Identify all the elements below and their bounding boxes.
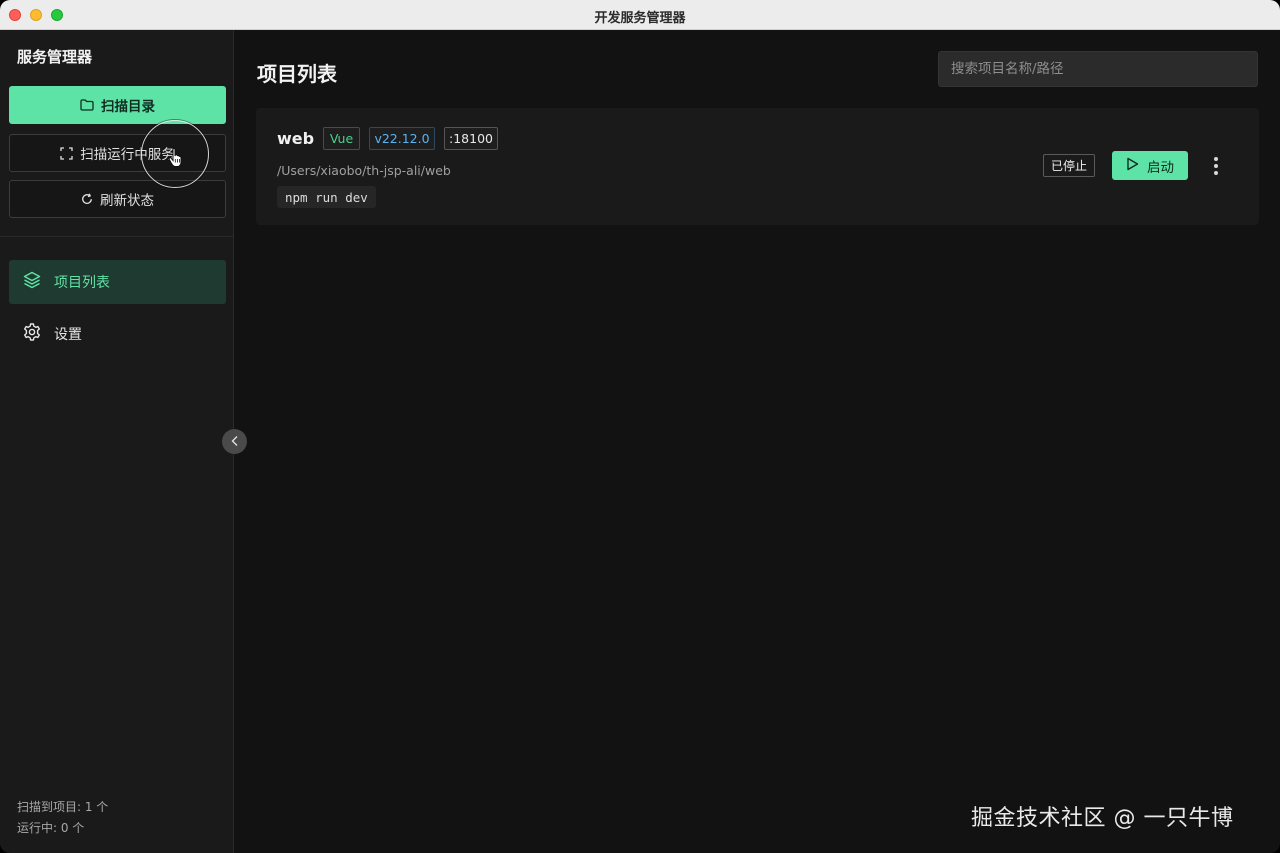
refresh-status-label: 刷新状态 — [100, 193, 154, 209]
scan-directory-label: 扫描目录 — [101, 99, 155, 115]
folder-icon — [80, 99, 94, 111]
sidebar-item-label: 项目列表 — [54, 275, 110, 291]
sidebar-divider — [0, 236, 233, 237]
more-dot — [1214, 157, 1218, 161]
app-window: 开发服务管理器 服务管理器 扫描目录 扫描运行中服务 刷新状态 项目列表 设置 … — [0, 0, 1280, 853]
play-icon — [1126, 157, 1139, 175]
window-title: 开发服务管理器 — [594, 11, 686, 26]
more-options-button[interactable] — [1206, 152, 1226, 180]
sidebar: 服务管理器 扫描目录 扫描运行中服务 刷新状态 项目列表 设置 扫描到项目: 1… — [0, 30, 234, 853]
project-path: /Users/xiaobo/th-jsp-ali/web — [277, 163, 451, 178]
refresh-icon — [81, 193, 93, 205]
start-button[interactable]: 启动 — [1112, 151, 1188, 180]
scanned-projects-count: 扫描到项目: 1 个 — [17, 800, 109, 814]
sidebar-item-projects[interactable]: 项目列表 — [9, 260, 226, 304]
scan-running-services-label: 扫描运行中服务 — [80, 147, 175, 163]
start-button-label: 启动 — [1147, 159, 1174, 176]
refresh-status-button[interactable]: 刷新状态 — [9, 180, 226, 218]
collapse-sidebar-button[interactable] — [222, 429, 247, 454]
search-input[interactable] — [938, 51, 1258, 87]
project-command: npm run dev — [277, 186, 376, 208]
running-projects-count: 运行中: 0 个 — [17, 821, 85, 835]
scan-running-services-button[interactable]: 扫描运行中服务 — [9, 134, 226, 172]
gear-icon — [22, 322, 42, 346]
main-content: 项目列表 web Vue v22.12.0 :18100 /Users/xiao… — [235, 30, 1280, 853]
more-dot — [1214, 171, 1218, 175]
more-dot — [1214, 164, 1218, 168]
node-version-tag: v22.12.0 — [369, 127, 435, 150]
sidebar-item-label: 设置 — [54, 327, 82, 343]
project-name: web — [277, 129, 315, 148]
app-name: 服务管理器 — [17, 48, 93, 66]
title-bar: 开发服务管理器 — [0, 0, 1280, 30]
framework-tag: Vue — [323, 127, 360, 150]
chevron-left-icon — [230, 432, 240, 451]
sidebar-item-settings[interactable]: 设置 — [9, 312, 226, 356]
watermark: 掘金技术社区 @ 一只牛博 — [971, 806, 1234, 831]
sidebar-stats: 扫描到项目: 1 个 运行中: 0 个 — [17, 797, 108, 839]
page-title: 项目列表 — [257, 62, 337, 86]
layers-icon — [22, 270, 42, 294]
port-tag: :18100 — [444, 127, 498, 150]
scan-frame-icon — [60, 146, 73, 160]
project-card: web Vue v22.12.0 :18100 /Users/xiaobo/th… — [256, 108, 1259, 225]
scan-directory-button[interactable]: 扫描目录 — [9, 86, 226, 124]
status-badge: 已停止 — [1043, 154, 1095, 177]
